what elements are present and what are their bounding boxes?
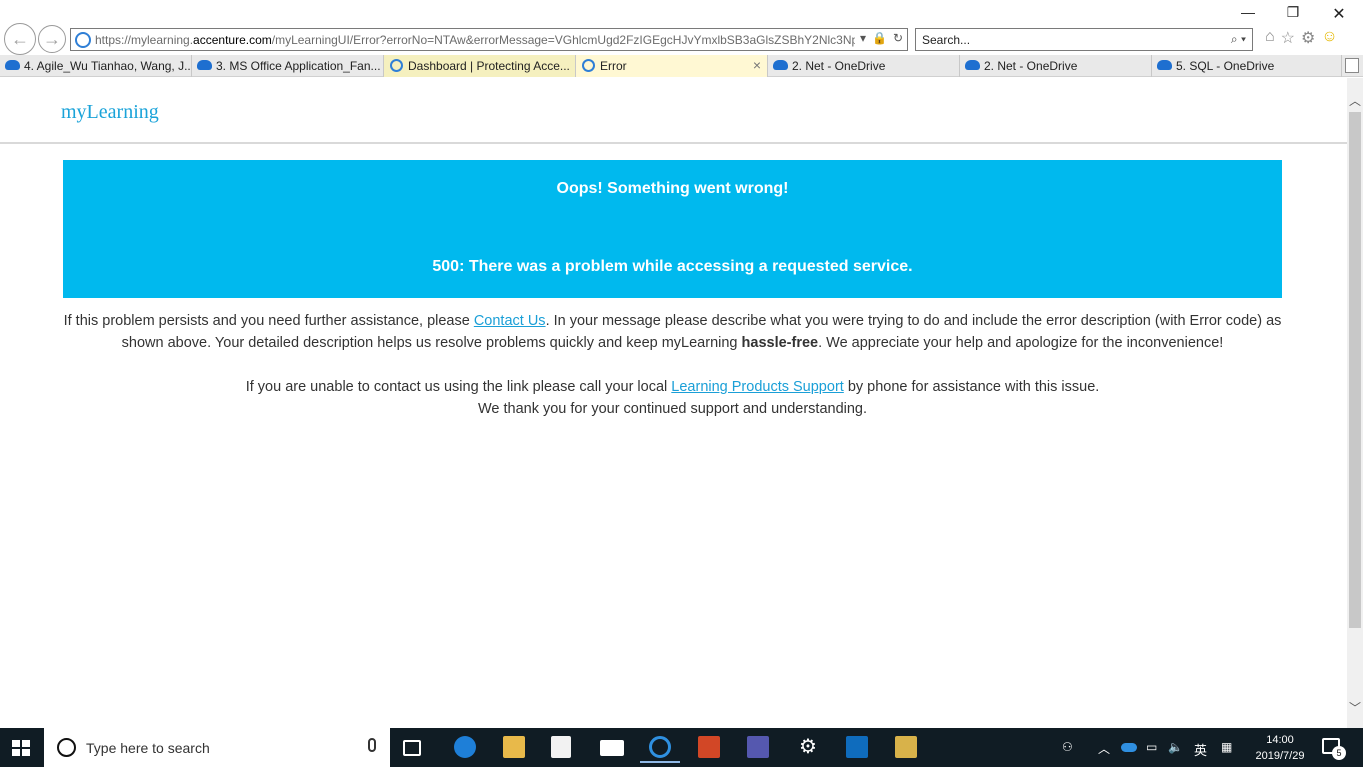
onedrive-icon xyxy=(1157,60,1172,70)
start-button[interactable] xyxy=(12,740,30,756)
gear-icon[interactable]: ⚙ xyxy=(1301,28,1315,48)
system-clock[interactable]: 14:00 2019/7/29 xyxy=(1250,732,1310,764)
onedrive-icon xyxy=(5,60,20,70)
tab-dashboard[interactable]: Dashboard | Protecting Acce... xyxy=(384,55,576,77)
tab-net-onedrive[interactable]: 2. Net - OneDrive xyxy=(768,55,960,77)
task-view-icon[interactable] xyxy=(403,740,421,756)
help-text-1: If this problem persists and you need fu… xyxy=(63,313,474,329)
archive-icon[interactable] xyxy=(895,736,917,758)
tab-error[interactable]: Error × xyxy=(576,55,768,77)
home-icon[interactable]: ⌂ xyxy=(1265,28,1275,48)
powerpoint-icon[interactable] xyxy=(698,736,720,758)
settings-gear-icon[interactable]: ⚙ xyxy=(797,736,819,758)
tab-net-onedrive-2[interactable]: 2. Net - OneDrive xyxy=(960,55,1152,77)
contact-us-link[interactable]: Contact Us xyxy=(474,313,546,329)
browser-right-icons: ⌂ ☆ ⚙ ☺ xyxy=(1265,28,1338,48)
minimize-button[interactable]: — xyxy=(1233,4,1263,20)
url-text[interactable]: https://mylearning.accenture.com/myLearn… xyxy=(95,33,855,47)
new-tab-button[interactable] xyxy=(1345,58,1359,73)
outlook-icon[interactable] xyxy=(846,736,868,758)
network-icon[interactable]: ▭ xyxy=(1146,740,1157,754)
forward-button[interactable]: → xyxy=(38,25,66,53)
tab-ms-office[interactable]: 3. MS Office Application_Fan... xyxy=(192,55,384,77)
ie-icon xyxy=(582,59,595,72)
tab-label: 5. SQL - OneDrive xyxy=(1176,59,1275,73)
back-button[interactable]: ← xyxy=(4,23,36,55)
tab-label: 2. Net - OneDrive xyxy=(792,59,886,73)
file-explorer-icon[interactable] xyxy=(503,736,525,758)
ie-icon xyxy=(390,59,403,72)
onedrive-icon xyxy=(773,60,788,70)
browser-toolbar: ← → https://mylearning.accenture.com/myL… xyxy=(0,0,1363,55)
people-icon[interactable]: ⚇ xyxy=(1062,740,1073,754)
tab-label: 2. Net - OneDrive xyxy=(984,59,1078,73)
lock-icon[interactable]: 🔒 xyxy=(872,31,887,45)
tab-strip: 4. Agile_Wu Tianhao, Wang, J... 3. MS Of… xyxy=(0,55,1363,77)
thanks-text: We thank you for your continued support … xyxy=(477,401,868,417)
arrow-right-icon: → xyxy=(43,28,61,49)
clock-date: 2019/7/29 xyxy=(1255,750,1305,762)
error-banner: Oops! Something went wrong! 500: There w… xyxy=(63,160,1282,298)
onedrive-tray-icon[interactable] xyxy=(1121,743,1137,752)
windows-taskbar: Type here to search ⚙ ⚇ ︿ ▭ 🔈 英 ▦ 14:00 … xyxy=(0,728,1363,767)
url-path: /myLearningUI/Error?errorNo=NTAw&errorMe… xyxy=(271,32,855,47)
store-icon[interactable] xyxy=(551,736,571,758)
ime-indicator[interactable]: 英 xyxy=(1194,740,1207,759)
page-content: myLearning Oops! Something went wrong! 5… xyxy=(0,78,1347,728)
tab-sql-onedrive[interactable]: 5. SQL - OneDrive xyxy=(1152,55,1342,77)
address-bar[interactable]: https://mylearning.accenture.com/myLearn… xyxy=(70,28,908,51)
help-paragraph: If this problem persists and you need fu… xyxy=(63,310,1282,354)
taskbar-search-placeholder: Type here to search xyxy=(86,740,210,756)
edge-icon[interactable] xyxy=(454,736,476,758)
keyboard-grid-icon[interactable]: ▦ xyxy=(1221,740,1232,754)
teams-icon[interactable] xyxy=(747,736,769,758)
url-domain: accenture.com xyxy=(193,32,272,47)
url-prefix: https://mylearning. xyxy=(95,32,194,47)
action-center-icon[interactable]: 5 xyxy=(1322,738,1346,760)
favorites-star-icon[interactable]: ☆ xyxy=(1281,28,1295,48)
tab-label: Error xyxy=(600,59,627,73)
cortana-icon xyxy=(57,738,76,757)
search-icon[interactable]: ⌕ ▾ xyxy=(1231,32,1246,47)
refresh-icon[interactable]: ↻ xyxy=(893,31,903,45)
tab-agile[interactable]: 4. Agile_Wu Tianhao, Wang, J... xyxy=(0,55,192,77)
tab-label: Dashboard | Protecting Acce... xyxy=(408,59,570,73)
site-header: myLearning xyxy=(0,78,1347,144)
close-tab-icon[interactable]: × xyxy=(753,57,761,73)
support-text-1: If you are unable to contact us using th… xyxy=(245,379,672,395)
close-window-button[interactable]: ✕ xyxy=(1324,4,1354,24)
ie-page-icon xyxy=(75,31,91,48)
search-placeholder: Search... xyxy=(922,33,971,47)
scroll-down-icon[interactable]: ﹀ xyxy=(1349,699,1361,716)
arrow-left-icon: ← xyxy=(11,28,29,49)
volume-icon[interactable]: 🔈 xyxy=(1168,740,1183,754)
scroll-thumb[interactable] xyxy=(1349,112,1361,628)
dropdown-icon[interactable]: ▾ xyxy=(860,31,866,45)
notification-count-badge: 5 xyxy=(1332,746,1346,760)
tab-label: 3. MS Office Application_Fan... xyxy=(216,59,381,73)
address-tools: ▾ 🔒 ↻ xyxy=(860,31,903,45)
learning-products-support-link[interactable]: Learning Products Support xyxy=(671,379,844,395)
microphone-icon[interactable] xyxy=(368,738,376,752)
help-text-3: . We appreciate your help and apologize … xyxy=(818,335,1224,351)
taskbar-search-input[interactable]: Type here to search xyxy=(44,728,390,767)
support-text-2: by phone for assistance with this issue. xyxy=(843,379,1100,395)
brand-logo[interactable]: myLearning xyxy=(61,101,159,124)
browser-search-input[interactable]: Search... ⌕ ▾ xyxy=(915,28,1253,51)
onedrive-icon xyxy=(965,60,980,70)
restore-button[interactable]: ❐ xyxy=(1278,4,1308,21)
error-title: Oops! Something went wrong! xyxy=(556,180,789,197)
hassle-free-text: hassle-free xyxy=(741,335,819,351)
vertical-scrollbar[interactable]: ︿ ﹀ xyxy=(1347,78,1363,728)
support-paragraph: If you are unable to contact us using th… xyxy=(63,376,1282,420)
error-code-message: 500: There was a problem while accessing… xyxy=(432,258,913,275)
scroll-up-icon[interactable]: ︿ xyxy=(1349,92,1361,109)
internet-explorer-icon[interactable] xyxy=(640,736,680,763)
tab-label: 4. Agile_Wu Tianhao, Wang, J... xyxy=(24,59,192,73)
mail-icon[interactable] xyxy=(600,740,624,756)
onedrive-icon xyxy=(197,60,212,70)
smiley-icon[interactable]: ☺ xyxy=(1321,28,1337,48)
show-hidden-icons-icon[interactable]: ︿ xyxy=(1098,740,1110,757)
clock-time: 14:00 xyxy=(1266,734,1294,746)
